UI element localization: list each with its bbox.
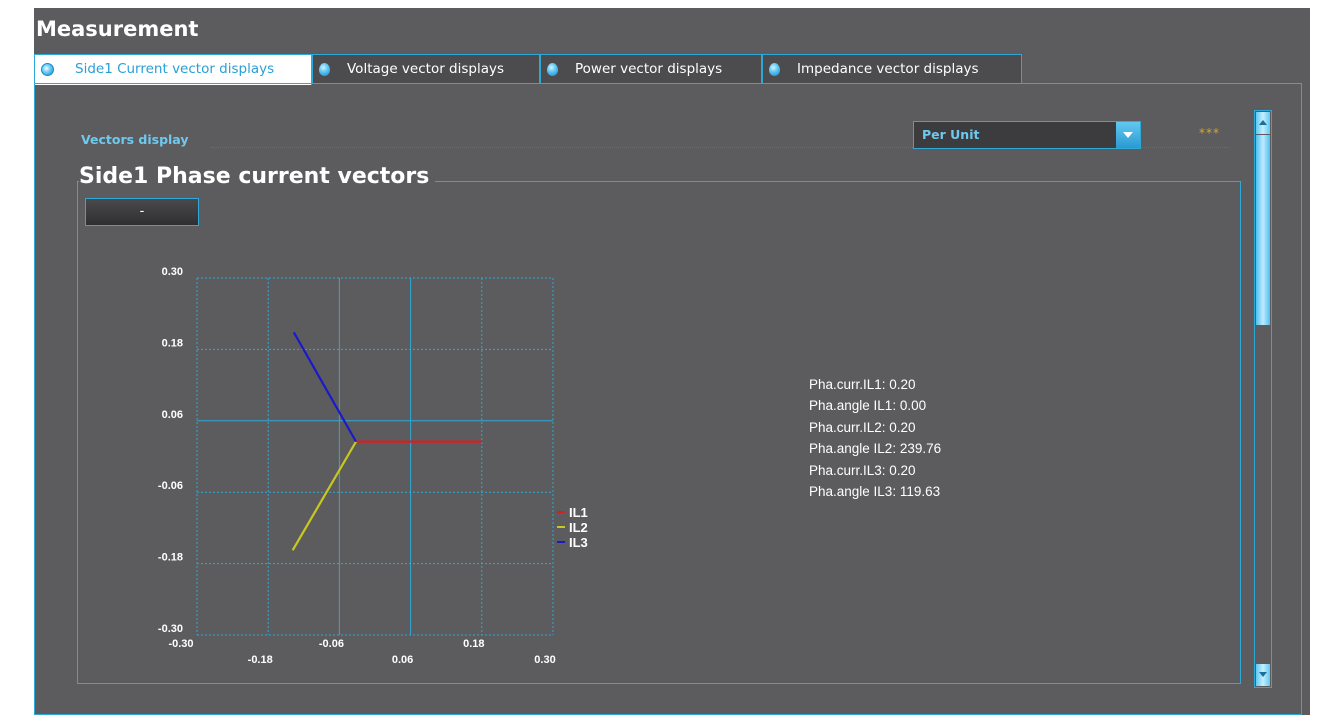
y-tick-label: -0.30 <box>158 623 183 635</box>
y-tick-label: -0.06 <box>158 480 183 492</box>
page-title: Measurement <box>36 17 199 41</box>
vectors-display-label: Vectors display <box>81 132 189 147</box>
vector-il2 <box>291 441 357 551</box>
readout-line: Pha.curr.IL2: 0.20 <box>809 419 916 435</box>
measurement-readouts: Pha.curr.IL1: 0.20 Pha.angle IL1: 0.00 P… <box>809 374 941 502</box>
readout-line: Pha.angle IL2: 239.76 <box>809 441 942 457</box>
chart-grid <box>196 277 554 636</box>
scroll-down-icon[interactable] <box>1256 664 1270 686</box>
scroll-up-icon[interactable] <box>1256 112 1270 134</box>
tab-label: Voltage vector displays <box>347 61 505 77</box>
unit-select[interactable]: Per Unit <box>913 121 1141 149</box>
x-tick-label: -0.30 <box>168 638 193 650</box>
status-stars: *** <box>1199 126 1220 140</box>
measurement-window: Measurement Side1 Current vector display… <box>34 8 1310 715</box>
chart-legend: IL1IL2IL3 <box>557 505 588 550</box>
tab-bullet-icon <box>41 63 54 76</box>
chart-vectors <box>291 331 482 551</box>
vertical-scrollbar[interactable] <box>1254 110 1272 688</box>
readout-line: Pha.angle IL1: 0.00 <box>809 398 927 414</box>
readout-line: Pha.angle IL3: 119.63 <box>809 484 941 500</box>
x-tick-label: -0.18 <box>248 654 273 666</box>
tab-impedance-vector-displays[interactable]: Impedance vector displays <box>762 54 1022 83</box>
x-tick-label: 0.06 <box>392 654 413 666</box>
readout-line: Pha.curr.IL3: 0.20 <box>809 462 916 478</box>
legend-label: IL2 <box>569 520 588 535</box>
tab-content-panel: Vectors display Per Unit *** Side1 Phase… <box>34 83 1302 715</box>
tab-voltage-vector-displays[interactable]: Voltage vector displays <box>312 54 540 83</box>
section-title: Side1 Phase current vectors <box>79 164 436 189</box>
tab-power-vector-displays[interactable]: Power vector displays <box>540 54 762 83</box>
tab-bullet-icon <box>547 63 558 76</box>
scroll-thumb[interactable] <box>1256 135 1270 325</box>
phasor-chart: 0.30 0.18 0.06 -0.06 -0.18 -0.30 -0.30 -0.18 -0.… <box>158 266 588 666</box>
chevron-down-icon[interactable] <box>1116 122 1140 148</box>
y-tick-label: 0.06 <box>162 409 183 421</box>
legend-label: IL1 <box>569 505 588 520</box>
tab-bullet-icon <box>769 63 780 76</box>
y-tick-label: 0.30 <box>162 266 183 278</box>
chart-ticks: 0.30 0.18 0.06 -0.06 -0.18 -0.30 -0.30 -0.18 -0.… <box>158 266 556 666</box>
collapse-button[interactable]: - <box>85 198 199 226</box>
tab-bullet-icon <box>319 63 330 76</box>
tab-label: Power vector displays <box>575 61 723 77</box>
tab-label: Side1 Current vector displays <box>75 61 275 77</box>
y-tick-label: -0.18 <box>158 552 183 564</box>
unit-select-value: Per Unit <box>922 127 980 142</box>
y-tick-label: 0.18 <box>162 337 183 349</box>
readout-line: Pha.curr.IL1: 0.20 <box>809 377 916 392</box>
vector-il3 <box>292 331 357 443</box>
tab-label: Impedance vector displays <box>797 61 979 77</box>
legend-label: IL3 <box>569 535 588 550</box>
tab-side1-current-vector-displays[interactable]: Side1 Current vector displays <box>34 54 312 85</box>
x-tick-label: 0.30 <box>534 654 555 666</box>
x-tick-label: 0.18 <box>463 638 484 650</box>
x-tick-label: -0.06 <box>319 638 344 650</box>
